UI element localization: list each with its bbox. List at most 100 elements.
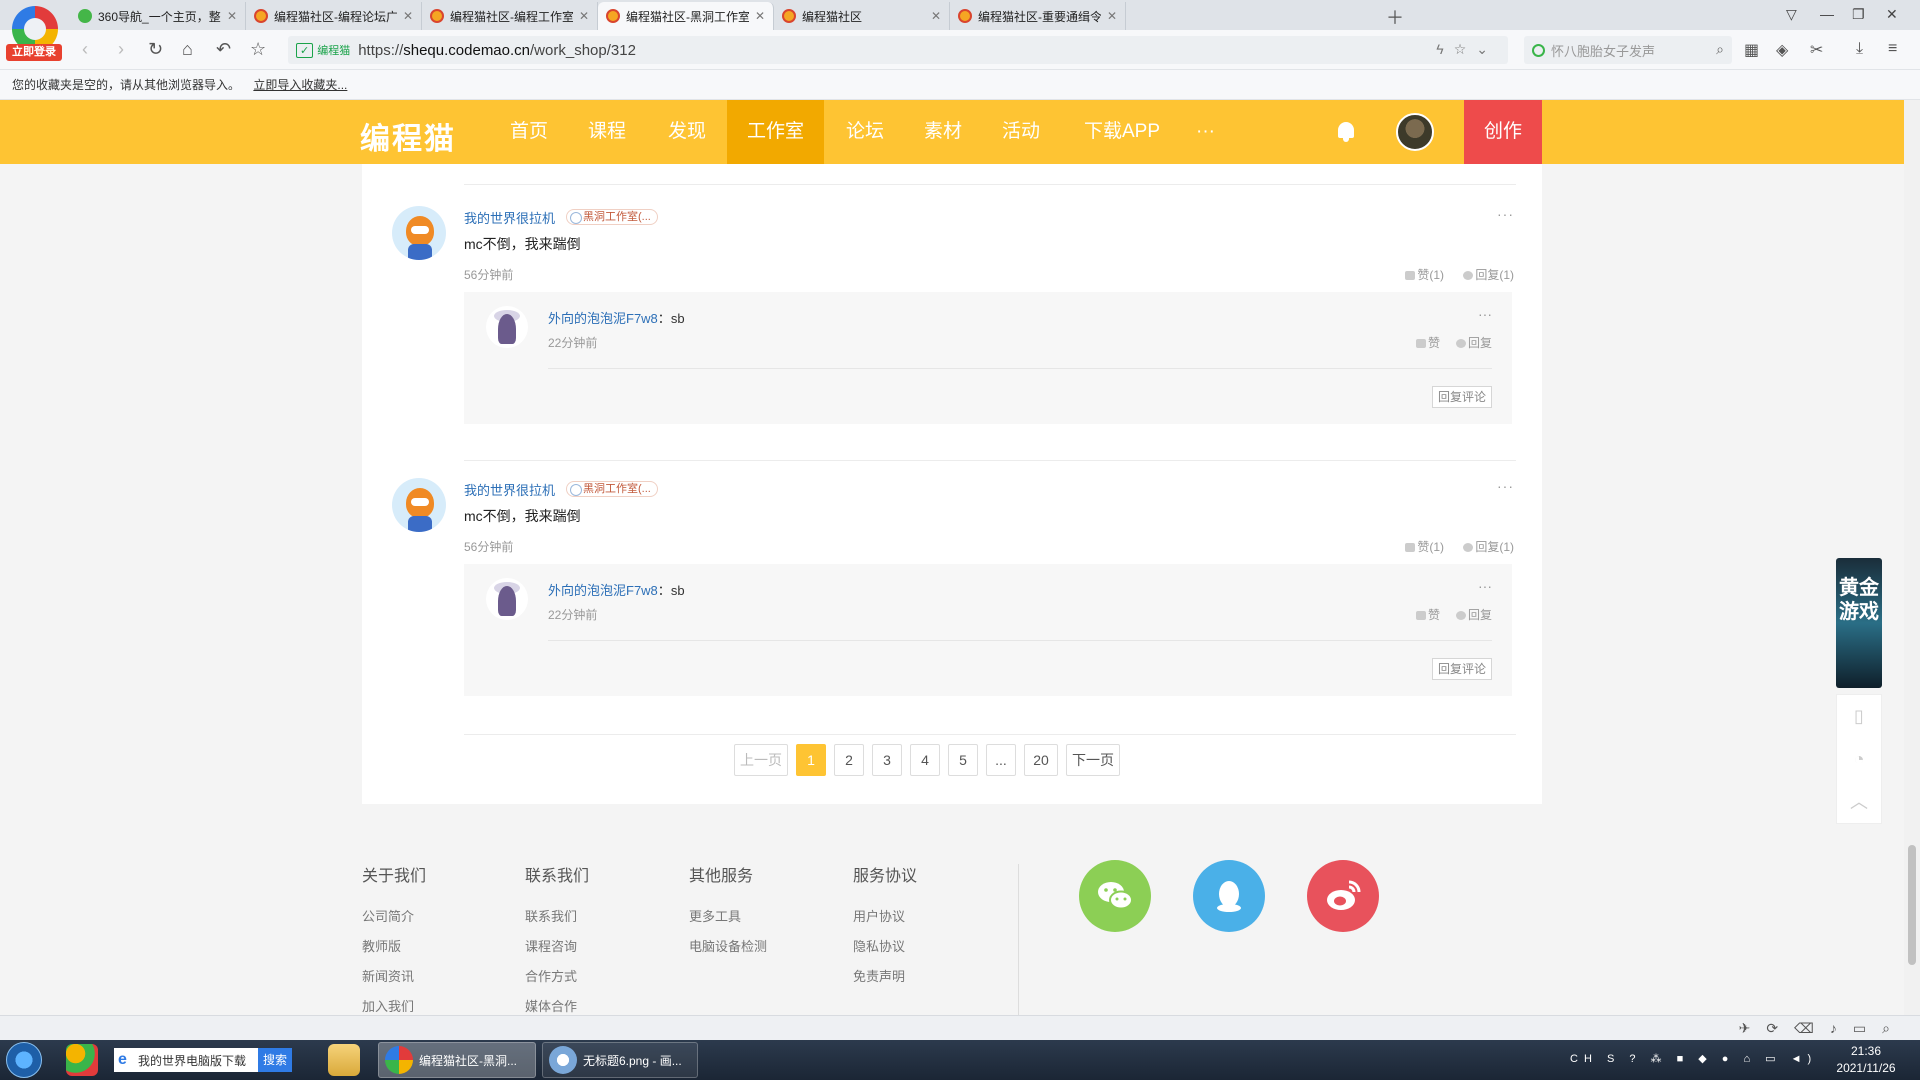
nav-workshop[interactable]: 工作室 — [727, 100, 824, 164]
page-scrollbar[interactable] — [1904, 100, 1920, 1015]
close-icon[interactable]: ✕ — [755, 9, 765, 23]
nav-materials[interactable]: 素材 — [904, 100, 982, 164]
page-20-button[interactable]: 20 — [1024, 744, 1058, 776]
start-button[interactable] — [6, 1042, 42, 1078]
footer-link[interactable]: 更多工具 — [689, 902, 767, 932]
undo-icon[interactable]: ↶ — [216, 40, 231, 58]
replier-avatar[interactable] — [486, 306, 528, 348]
more-options-icon[interactable]: ··· — [1497, 478, 1514, 494]
reply-comment-button[interactable]: 回复评论 — [1431, 658, 1492, 680]
apps-icon[interactable]: ▦ — [1744, 40, 1759, 60]
reply-reply-button[interactable]: 回复 — [1455, 606, 1492, 623]
nav-events[interactable]: 活动 — [982, 100, 1060, 164]
window-close-icon[interactable]: ✕ — [1886, 6, 1898, 23]
reply-reply-button[interactable]: 回复 — [1455, 334, 1492, 351]
footer-link[interactable]: 免责声明 — [853, 962, 917, 992]
workshop-badge[interactable]: 黑洞工作室(... — [566, 481, 658, 497]
file-explorer-icon[interactable] — [328, 1044, 360, 1076]
notification-bell-icon[interactable] — [1336, 120, 1356, 142]
close-icon[interactable]: ✕ — [1107, 9, 1117, 23]
tab-community[interactable]: 编程猫社区 ✕ — [774, 2, 950, 30]
prev-page-button[interactable]: 上一页 — [734, 744, 788, 776]
tab-forum[interactable]: 编程猫社区-编程论坛广场-编程 ✕ — [246, 2, 422, 30]
page-2-button[interactable]: 2 — [834, 744, 864, 776]
new-tab-icon[interactable]: ＋ — [1386, 4, 1404, 30]
page-1-button[interactable]: 1 — [796, 744, 826, 776]
back-to-top-icon[interactable]: ︿ — [1837, 781, 1881, 824]
commenter-avatar[interactable] — [392, 478, 446, 532]
nav-courses[interactable]: 课程 — [568, 100, 646, 164]
footer-link[interactable]: 隐私协议 — [853, 932, 917, 962]
taskbar-search-input[interactable]: e 我的世界电脑版下载 搜索 — [114, 1048, 292, 1072]
replier-name[interactable]: 外向的泡泡泥F7w8 — [548, 311, 658, 326]
pinned-app-icon[interactable] — [66, 1044, 98, 1076]
page-4-button[interactable]: 4 — [910, 744, 940, 776]
taskbar-browser-window[interactable]: 编程猫社区-黑洞... — [378, 1042, 536, 1078]
footer-link[interactable]: 媒体合作 — [525, 992, 589, 1015]
qq-service-icon[interactable]: ◔ — [1837, 738, 1881, 781]
like-button[interactable]: 赞(1) — [1405, 266, 1444, 283]
reply-count-button[interactable]: 回复(1) — [1463, 538, 1514, 555]
nav-download-app[interactable]: 下载APP — [1064, 100, 1180, 164]
footer-link[interactable]: 课程咨询 — [525, 932, 589, 962]
footer-link[interactable]: 新闻资讯 — [362, 962, 426, 992]
taskbar-paint-window[interactable]: 无标题6.png - 画... — [542, 1042, 698, 1078]
status-icons[interactable]: ✈⟳⌫♪▭⌕ — [1739, 1020, 1906, 1037]
reply-like-button[interactable]: 赞 — [1415, 334, 1440, 351]
create-button[interactable]: 创作 — [1464, 100, 1542, 164]
home-icon[interactable]: ⌂ — [182, 40, 193, 58]
close-icon[interactable]: ✕ — [227, 9, 237, 23]
close-icon[interactable]: ✕ — [579, 9, 589, 23]
import-favorites-link[interactable]: 立即导入收藏夹... — [253, 78, 347, 92]
page-5-button[interactable]: 5 — [948, 744, 978, 776]
more-options-icon[interactable]: ··· — [1478, 578, 1492, 594]
nav-more[interactable]: ··· — [1176, 100, 1235, 164]
forward-icon[interactable]: › — [118, 40, 124, 58]
commenter-name[interactable]: 我的世界很拉机 — [464, 480, 555, 499]
menu-icon[interactable]: ≡ — [1888, 40, 1897, 58]
codemao-logo[interactable]: 编程猫 — [360, 114, 456, 158]
url-input[interactable]: ✓ 编程猫 https://shequ.codemao.cn/work_shop… — [288, 36, 1508, 64]
system-tray[interactable]: CH S ? ⁂ ■ ◆ ● ⌂ ▭ ◄) — [1570, 1052, 1817, 1065]
footer-link[interactable]: 教师版 — [362, 932, 426, 962]
page-3-button[interactable]: 3 — [872, 744, 902, 776]
nav-home[interactable]: 首页 — [490, 100, 568, 164]
footer-link[interactable]: 用户协议 — [853, 902, 917, 932]
more-options-icon[interactable]: ··· — [1497, 206, 1514, 222]
commenter-name[interactable]: 我的世界很拉机 — [464, 208, 555, 227]
login-badge[interactable]: 立即登录 — [6, 44, 62, 61]
tab-workshop[interactable]: 编程猫社区-编程工作室-编程 ✕ — [422, 2, 598, 30]
footer-link[interactable]: 公司简介 — [362, 902, 426, 932]
workshop-badge[interactable]: 黑洞工作室(... — [566, 209, 658, 225]
nav-forum[interactable]: 论坛 — [826, 100, 904, 164]
search-icon[interactable]: ⌕ — [1716, 41, 1724, 58]
browser-account-badge[interactable]: 立即登录 — [6, 6, 62, 62]
skin-icon[interactable]: ▽ — [1786, 6, 1797, 23]
close-icon[interactable]: ✕ — [403, 9, 413, 23]
replier-name[interactable]: 外向的泡泡泥F7w8 — [548, 583, 658, 598]
game-icon[interactable]: ◈ — [1776, 40, 1788, 60]
footer-link[interactable]: 联系我们 — [525, 902, 589, 932]
bookmark-star-icon[interactable]: ☆ — [250, 40, 266, 58]
commenter-avatar[interactable] — [392, 206, 446, 260]
more-options-icon[interactable]: ··· — [1478, 306, 1492, 322]
taskbar-clock[interactable]: 21:36 2021/11/26 — [1826, 1043, 1906, 1077]
search-input[interactable]: 怀八胞胎女子发声 ⌕ — [1524, 36, 1732, 64]
download-icon[interactable]: ⤓ — [1856, 40, 1863, 58]
url-actions[interactable]: ϟ☆⌄ — [1436, 41, 1498, 58]
close-icon[interactable]: ✕ — [931, 9, 941, 23]
scissors-icon[interactable]: ✂ — [1810, 40, 1823, 60]
user-avatar[interactable] — [1396, 113, 1434, 151]
tab-360-nav[interactable]: 360导航_一个主页，整个世界 ✕ — [70, 2, 246, 30]
back-icon[interactable]: ‹ — [82, 40, 88, 58]
footer-link[interactable]: 电脑设备检测 — [689, 932, 767, 962]
minimize-icon[interactable]: — — [1820, 6, 1834, 22]
refresh-icon[interactable]: ↻ — [148, 40, 163, 58]
footer-link[interactable]: 加入我们 — [362, 992, 426, 1015]
next-page-button[interactable]: 下一页 — [1066, 744, 1120, 776]
reply-count-button[interactable]: 回复(1) — [1463, 266, 1514, 283]
side-ad-banner[interactable]: 黄金游戏 — [1836, 558, 1882, 688]
qq-icon[interactable] — [1193, 860, 1265, 932]
reply-comment-button[interactable]: 回复评论 — [1431, 386, 1492, 408]
tab-wanted[interactable]: 编程猫社区-重要通缉令！！！ ✕ — [950, 2, 1126, 30]
